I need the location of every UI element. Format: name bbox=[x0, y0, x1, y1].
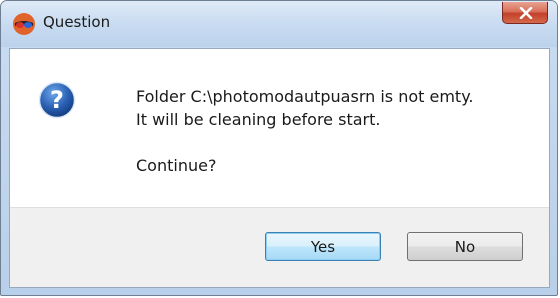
question-icon: ? bbox=[38, 81, 76, 119]
button-bar: Yes No bbox=[10, 207, 549, 287]
question-dialog: Question ? Folder C:\photomodautpuasrn i… bbox=[0, 0, 558, 296]
yes-button[interactable]: Yes bbox=[265, 232, 381, 261]
close-icon bbox=[519, 7, 533, 19]
message-line-continue: Continue? bbox=[136, 156, 217, 175]
3d-glasses-icon bbox=[12, 12, 36, 36]
message-line-folder: Folder C:\photomodautpuasrn is not emty. bbox=[136, 87, 474, 106]
no-button[interactable]: No bbox=[407, 232, 523, 261]
close-button[interactable] bbox=[502, 2, 548, 24]
dialog-content: ? Folder C:\photomodautpuasrn is not emt… bbox=[9, 48, 550, 288]
title-bar[interactable]: Question bbox=[1, 1, 557, 47]
window-title: Question bbox=[43, 13, 111, 31]
message-text: Folder C:\photomodautpuasrn is not emty.… bbox=[136, 85, 473, 177]
message-line-cleaning: It will be cleaning before start. bbox=[136, 110, 381, 129]
svg-text:?: ? bbox=[50, 86, 64, 114]
